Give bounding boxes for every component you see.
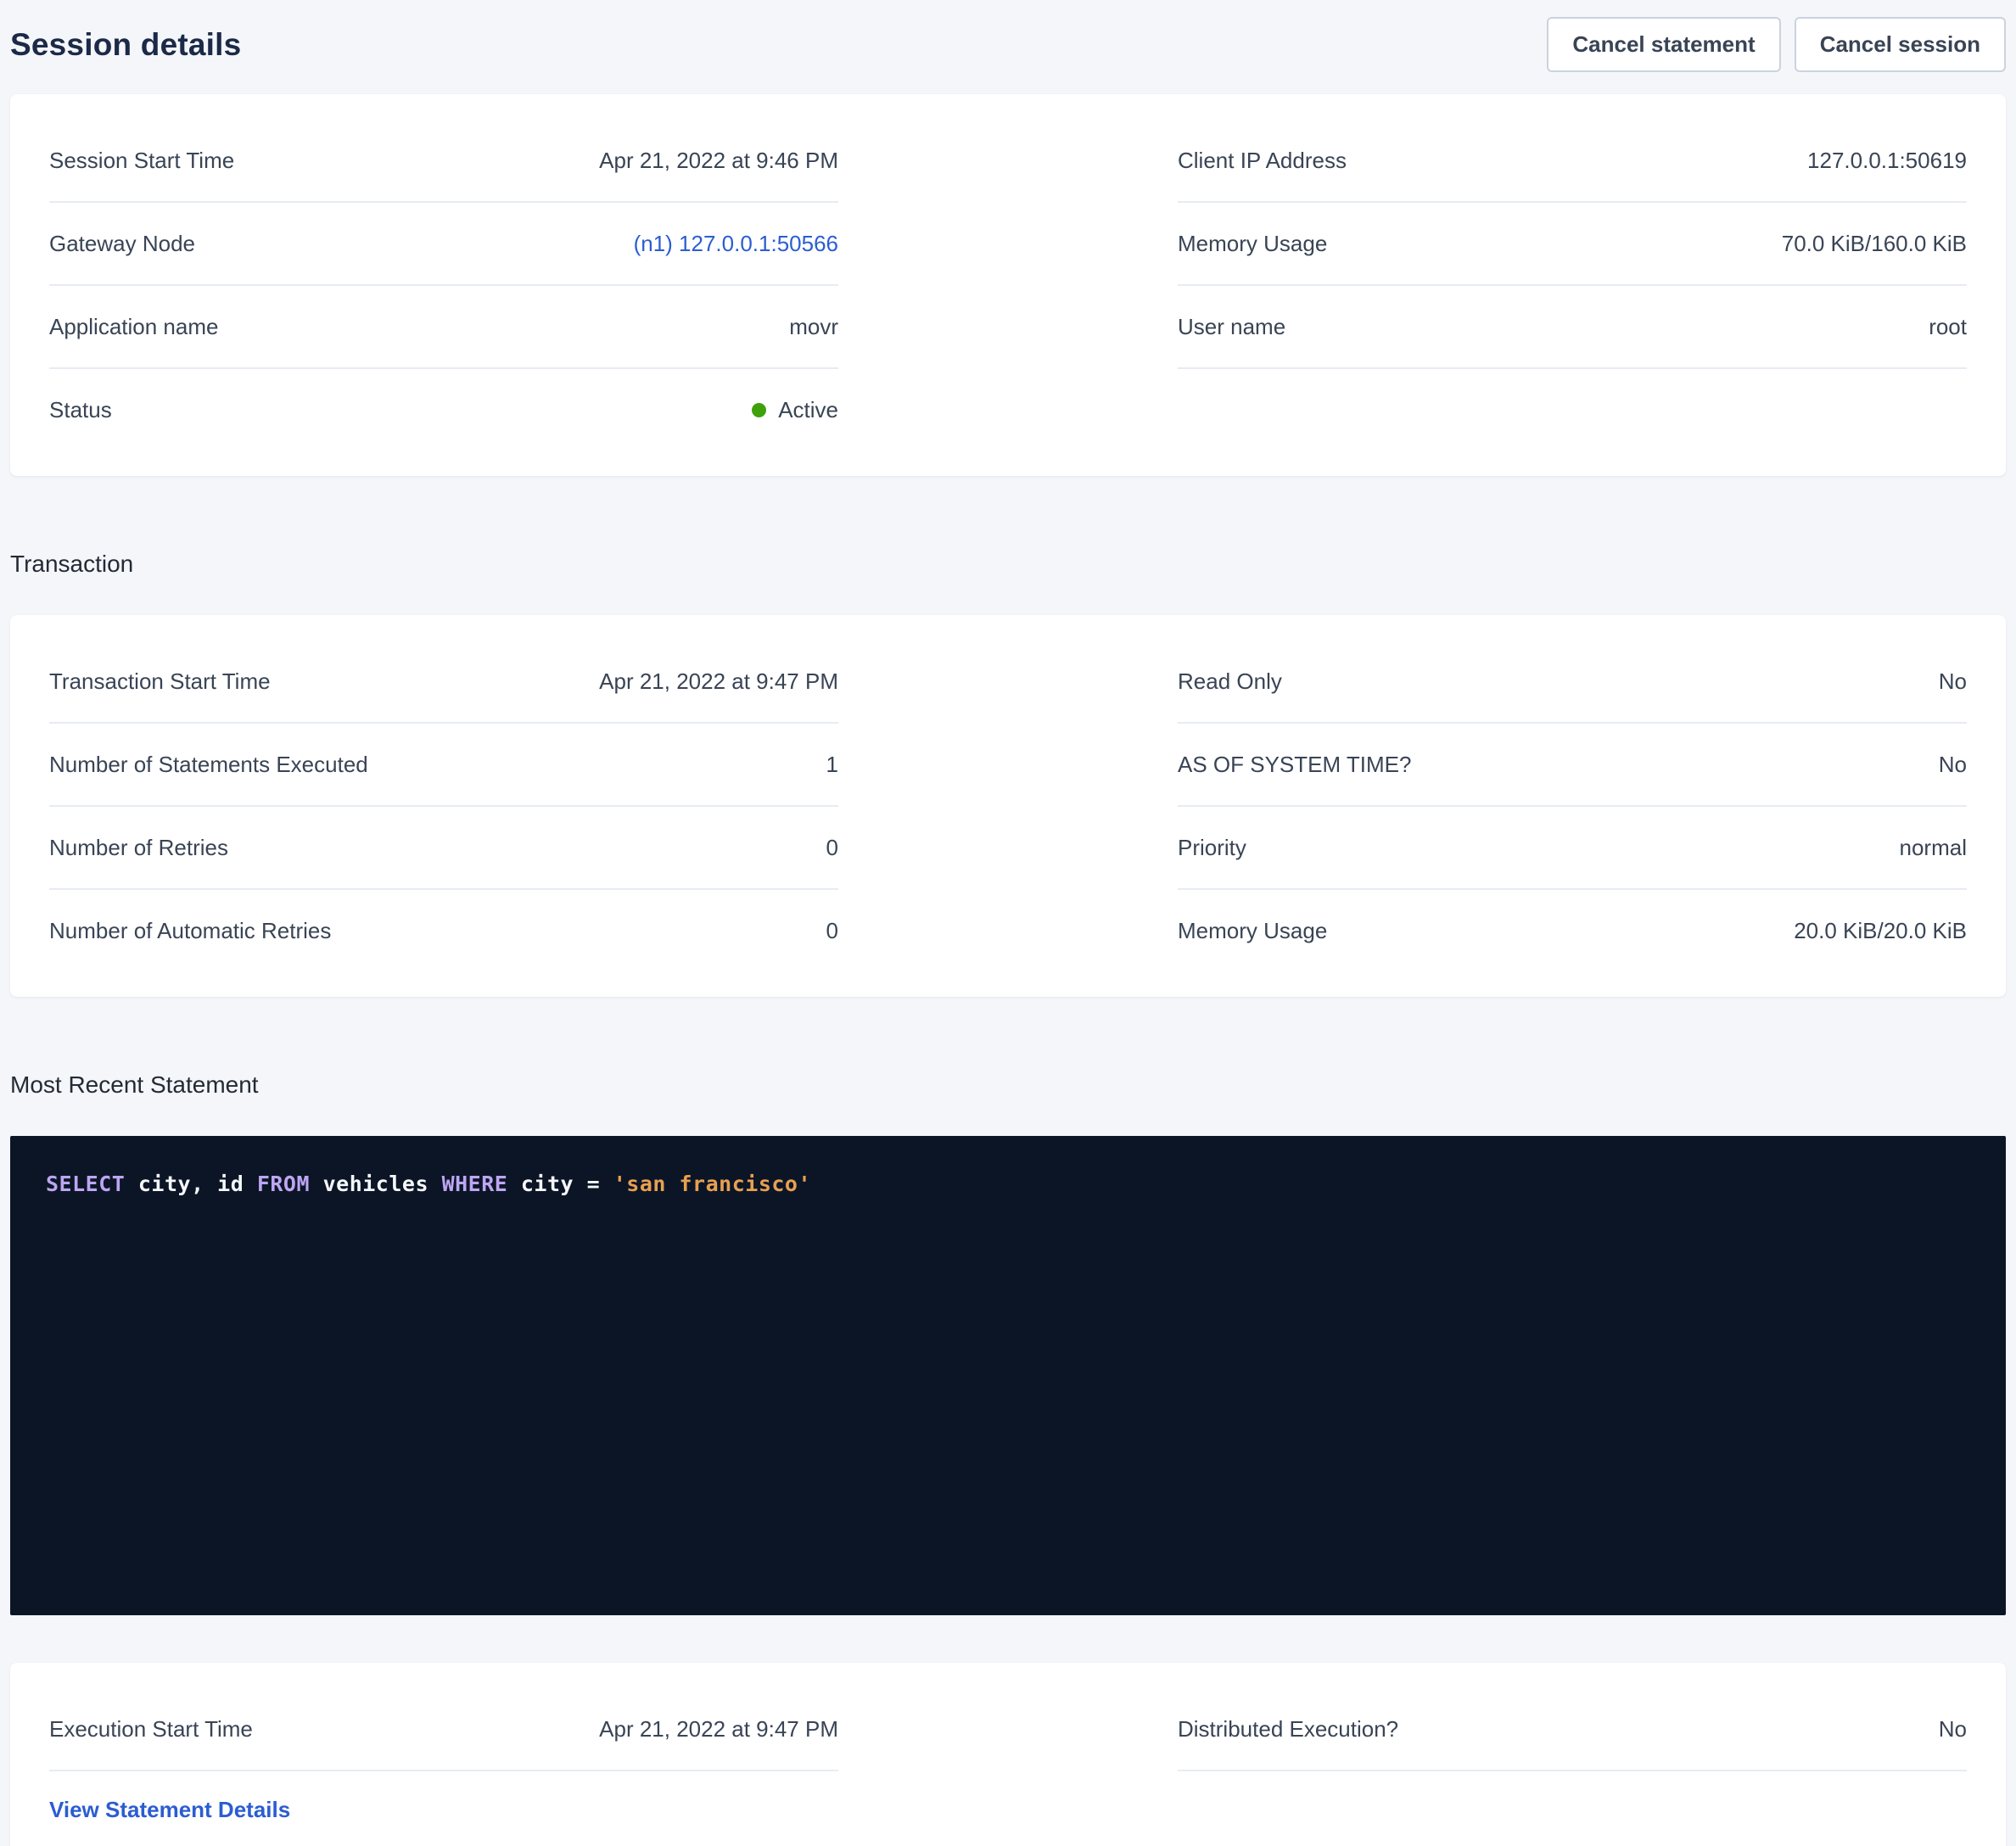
info-label: Transaction Start Time [49,668,271,695]
info-value: root [1929,313,1967,340]
info-row: Execution Start Time Apr 21, 2022 at 9:47… [49,1688,838,1771]
session-summary-card: Session Start Time Apr 21, 2022 at 9:46 P… [10,94,2006,476]
info-label: Number of Automatic Retries [49,917,331,944]
session-summary-left-column: Session Start Time Apr 21, 2022 at 9:46 P… [49,120,838,450]
transaction-left-column: Transaction Start Time Apr 21, 2022 at 9:… [49,641,838,971]
header-actions: Cancel statement Cancel session [1547,17,2006,72]
info-value: 70.0 KiB/160.0 KiB [1782,230,1967,257]
info-value: No [1939,668,1967,695]
sql-statement-box: SELECT city, id FROM vehicles WHERE city… [10,1136,2006,1615]
info-value: No [1939,751,1967,778]
info-label: Client IP Address [1178,147,1347,174]
info-label: Status [49,396,112,423]
info-row: Memory Usage 70.0 KiB/160.0 KiB [1178,203,1967,286]
sql-plain-token: city = [507,1172,613,1196]
info-label: Gateway Node [49,230,195,257]
execution-right-column: Distributed Execution? No [1178,1688,1967,1771]
sql-plain-token: city, id [125,1172,257,1196]
transaction-right-column: Read Only No AS OF SYSTEM TIME? No Priority n… [1178,641,1967,971]
info-label: Execution Start Time [49,1715,253,1743]
info-row: Transaction Start Time Apr 21, 2022 at 9:… [49,641,838,724]
cancel-statement-button[interactable]: Cancel statement [1547,17,1780,72]
info-value: 1 [826,751,838,778]
info-value: Apr 21, 2022 at 9:46 PM [599,147,838,174]
info-row: Number of Automatic Retries 0 [49,890,838,971]
info-row: Client IP Address 127.0.0.1:50619 [1178,120,1967,203]
info-row: Application name movr [49,286,838,369]
info-label: Session Start Time [49,147,234,174]
info-value: Apr 21, 2022 at 9:47 PM [599,668,838,695]
info-label: User name [1178,313,1285,340]
info-value: Active [752,396,838,423]
session-summary-right-column: Client IP Address 127.0.0.1:50619 Memory U… [1178,120,1967,450]
info-label: Number of Statements Executed [49,751,368,778]
cancel-session-button[interactable]: Cancel session [1795,17,2006,72]
info-value: No [1939,1715,1967,1743]
info-label: Number of Retries [49,834,228,861]
info-row: Priority normal [1178,807,1967,890]
execution-left-rows: Execution Start Time Apr 21, 2022 at 9:47… [49,1688,838,1771]
info-row: Number of Statements Executed 1 [49,724,838,807]
sql-plain-token: vehicles [310,1172,442,1196]
execution-left-column: Execution Start Time Apr 21, 2022 at 9:47… [49,1688,838,1823]
page-header: Session details Cancel statement Cancel … [10,0,2006,94]
info-row: AS OF SYSTEM TIME? No [1178,724,1967,807]
execution-card: Execution Start Time Apr 21, 2022 at 9:47… [10,1663,2006,1846]
sql-keyword-token: WHERE [442,1172,508,1196]
active-status-dot [752,403,766,417]
info-row: Memory Usage 20.0 KiB/20.0 KiB [1178,890,1967,971]
info-row: Session Start Time Apr 21, 2022 at 9:46 P… [49,120,838,203]
info-row: Distributed Execution? No [1178,1688,1967,1771]
transaction-section-title: Transaction [10,551,2006,578]
sql-keyword-token: SELECT [46,1172,125,1196]
sql-string-token: 'san francisco' [613,1172,811,1196]
sql-statement: SELECT city, id FROM vehicles WHERE city… [46,1172,811,1196]
info-row: Gateway Node (n1) 127.0.0.1:50566 [49,203,838,286]
status-text: Active [778,396,838,423]
page-title: Session details [10,27,241,63]
info-value-link[interactable]: (n1) 127.0.0.1:50566 [634,230,838,257]
info-value: 127.0.0.1:50619 [1807,147,1967,174]
info-label: AS OF SYSTEM TIME? [1178,751,1411,778]
info-value: movr [789,313,838,340]
info-value: Apr 21, 2022 at 9:47 PM [599,1715,838,1743]
info-row: Status Active [49,369,838,450]
info-value: normal [1900,834,1967,861]
info-label: Read Only [1178,668,1282,695]
info-label: Priority [1178,834,1246,861]
statement-section-title: Most Recent Statement [10,1071,2006,1099]
info-label: Memory Usage [1178,917,1327,944]
info-value: 20.0 KiB/20.0 KiB [1794,917,1967,944]
info-label: Distributed Execution? [1178,1715,1398,1743]
info-row: Read Only No [1178,641,1967,724]
info-value: 0 [826,917,838,944]
session-details-page: Session details Cancel statement Cancel … [0,0,2016,1846]
info-label: Application name [49,313,218,340]
info-row: Number of Retries 0 [49,807,838,890]
sql-keyword-token: FROM [257,1172,310,1196]
info-label: Memory Usage [1178,230,1327,257]
view-statement-details-link[interactable]: View Statement Details [49,1797,290,1823]
transaction-card: Transaction Start Time Apr 21, 2022 at 9:… [10,615,2006,997]
info-value: 0 [826,834,838,861]
info-row: User name root [1178,286,1967,369]
